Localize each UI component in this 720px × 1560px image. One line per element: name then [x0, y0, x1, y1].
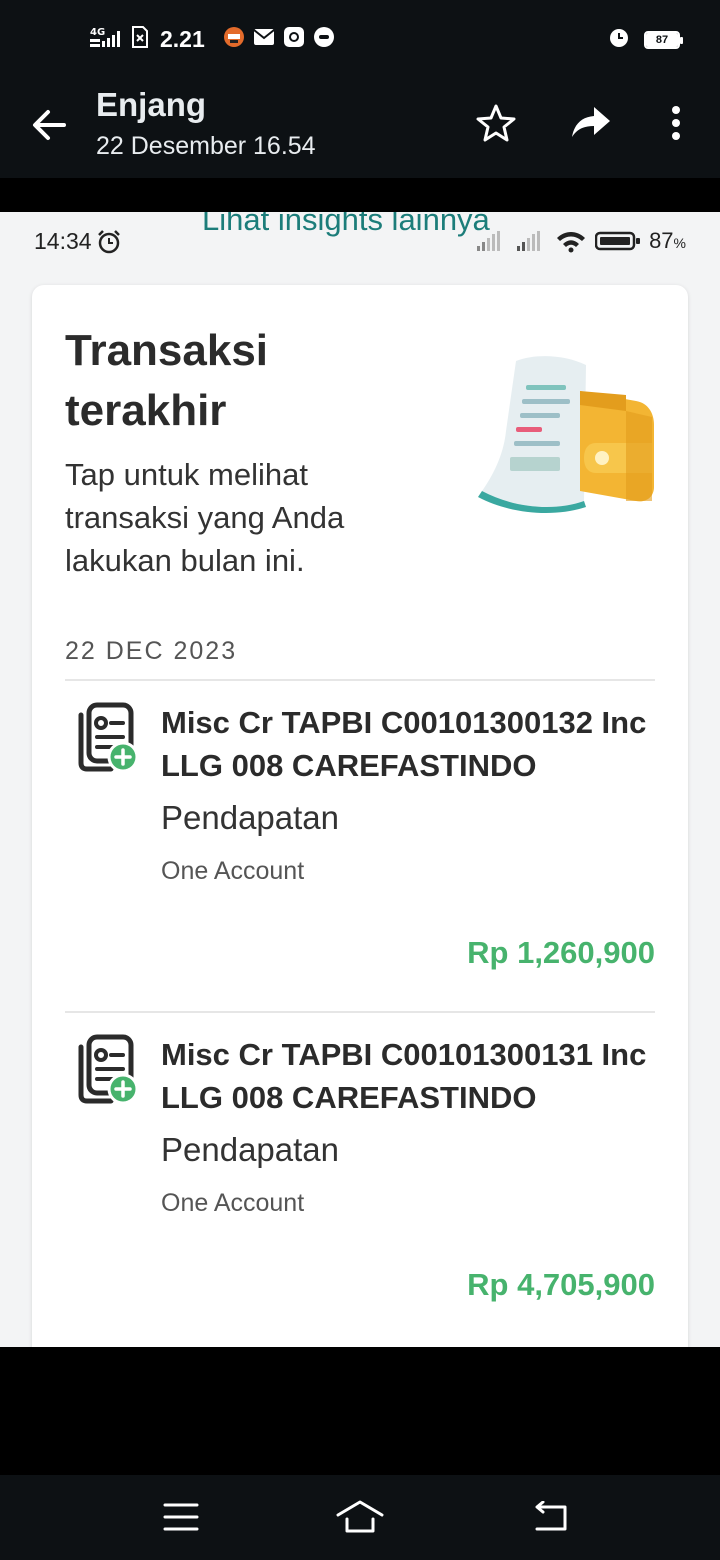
transaction-account: One Account — [161, 1189, 305, 1217]
battery-icon: 87 — [644, 30, 683, 49]
recent-transactions-card[interactable]: Transaksi terakhir Tap untuk melihat tra… — [32, 285, 688, 1347]
document-plus-icon — [73, 1033, 143, 1107]
notification-app-icon — [223, 26, 245, 53]
instagram-icon — [283, 26, 305, 53]
svg-text:4G: 4G — [90, 27, 105, 38]
message-icon — [313, 26, 335, 53]
receipt-wallet-illustration — [476, 351, 656, 521]
transaction-amount: Rp 1,260,900 — [467, 935, 655, 970]
viewer-header: Enjang 22 Desember 16.54 — [0, 78, 720, 178]
inner-battery-level: 87 — [649, 228, 674, 253]
menu-icon — [163, 1503, 199, 1531]
battery-icon — [595, 231, 641, 251]
device-time: 2.21 — [160, 25, 205, 52]
transaction-category: Pendapatan — [161, 799, 340, 836]
transaction-title: Misc Cr TAPBI C00101300132 Inc LLG 008 C… — [161, 705, 647, 783]
battery-unit: % — [673, 235, 686, 251]
network-signal-icon: 4G — [90, 25, 124, 54]
more-vertical-icon — [672, 106, 680, 140]
document-plus-icon — [73, 701, 143, 775]
back-button[interactable] — [26, 102, 72, 148]
wifi-icon — [557, 232, 586, 253]
transaction-amount: Rp 4,705,900 — [467, 1267, 655, 1302]
share-button[interactable] — [566, 98, 616, 148]
forward-icon — [572, 107, 610, 137]
inner-time: 14:34 — [34, 228, 92, 254]
home-button[interactable] — [335, 1495, 385, 1539]
mail-icon — [253, 28, 275, 51]
screenshot-image: Lihat insights lainnya 14:34 87% Transak… — [0, 212, 720, 1347]
transaction-account: One Account — [161, 857, 305, 885]
more-options-button[interactable] — [651, 98, 701, 148]
divider-strip — [0, 178, 720, 212]
alarm-icon — [97, 229, 120, 253]
alarm-icon — [608, 26, 630, 53]
star-icon — [476, 104, 516, 142]
transaction-item[interactable]: Misc Cr TAPBI C00101300132 Inc LLG 008 C… — [65, 681, 655, 1011]
date-label: 22 DEC 2023 — [65, 637, 238, 665]
device-status-bar: 4G 2.21 87 — [0, 0, 720, 78]
signal-icon — [477, 231, 501, 251]
card-description: Tap untuk melihat transaksi yang Anda la… — [65, 457, 345, 578]
arrow-left-icon — [33, 110, 66, 140]
inner-status-bar: Lihat insights lainnya 14:34 87% — [0, 212, 720, 272]
system-nav-bar — [0, 1475, 720, 1560]
recent-apps-button[interactable] — [156, 1495, 206, 1539]
transaction-category: Pendapatan — [161, 1131, 340, 1168]
transaction-item[interactable]: Misc Cr TAPBI C00101300131 Inc LLG 008 C… — [65, 1013, 655, 1343]
star-button[interactable] — [471, 98, 521, 148]
back-icon — [535, 1501, 567, 1531]
card-title: Transaksi terakhir — [65, 326, 269, 435]
signal-icon-2 — [517, 231, 541, 251]
sim-icon — [132, 25, 148, 53]
back-nav-button[interactable] — [524, 1495, 574, 1539]
transaction-title: Misc Cr TAPBI C00101300131 Inc LLG 008 C… — [161, 1037, 647, 1115]
home-icon — [336, 1500, 384, 1533]
message-datetime: 22 Desember 16.54 — [96, 132, 316, 160]
sender-name: Enjang — [96, 86, 207, 123]
empty-viewer-area — [0, 1347, 720, 1475]
insights-link[interactable]: Lihat insights lainnya — [202, 212, 490, 238]
battery-level: 87 — [646, 32, 678, 47]
